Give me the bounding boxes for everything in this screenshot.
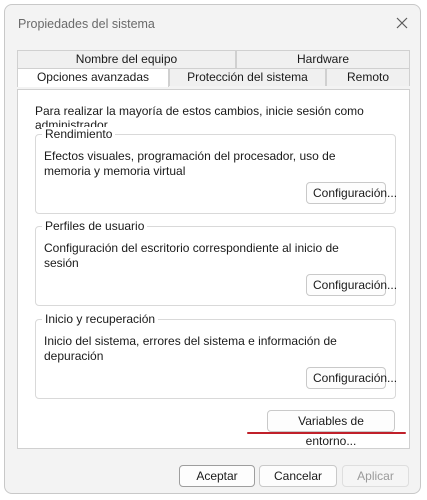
window-title: Propiedades del sistema [18, 17, 155, 31]
system-properties-window: Propiedades del sistema Nombre del equip… [4, 4, 421, 494]
group-description: Configuración del escritorio correspondi… [44, 241, 339, 270]
close-icon[interactable] [394, 15, 410, 31]
user-profiles-settings-button[interactable]: Configuración... [306, 274, 397, 296]
tab-row-front: Opciones avanzadas Protección del sistem… [17, 68, 410, 87]
tab-system-protection[interactable]: Protección del sistema [169, 68, 326, 86]
user-profiles-group: Perfiles de usuario Configuración del es… [35, 219, 397, 306]
tab-computer-name[interactable]: Nombre del equipo [17, 50, 236, 68]
tab-advanced-options[interactable]: Opciones avanzadas [17, 68, 169, 87]
tab-row-back: Nombre del equipo Hardware [17, 50, 410, 68]
startup-recovery-group: Inicio y recuperación Inicio del sistema… [35, 312, 397, 399]
cancel-button[interactable]: Cancelar [259, 465, 337, 487]
group-description: Efectos visuales, programación del proce… [44, 149, 336, 178]
advanced-options-panel: Para realizar la mayoría de estos cambio… [17, 89, 410, 449]
environment-variables-button[interactable]: Variables de entorno... [267, 410, 395, 448]
startup-recovery-settings-button[interactable]: Configuración... [306, 367, 397, 389]
group-description: Inicio del sistema, errores del sistema … [44, 334, 337, 363]
group-title: Perfiles de usuario [42, 219, 148, 233]
ok-button[interactable]: Aceptar [179, 465, 255, 487]
group-title: Inicio y recuperación [42, 312, 159, 326]
performance-group: Rendimiento Efectos visuales, programaci… [35, 127, 397, 214]
title-bar: Propiedades del sistema [5, 5, 420, 43]
annotation-underline [247, 432, 406, 434]
tab-hardware[interactable]: Hardware [236, 50, 410, 68]
tab-remote[interactable]: Remoto [326, 68, 410, 86]
apply-button[interactable]: Aplicar [342, 465, 409, 487]
performance-settings-button[interactable]: Configuración... [306, 182, 397, 204]
group-title: Rendimiento [42, 127, 116, 141]
